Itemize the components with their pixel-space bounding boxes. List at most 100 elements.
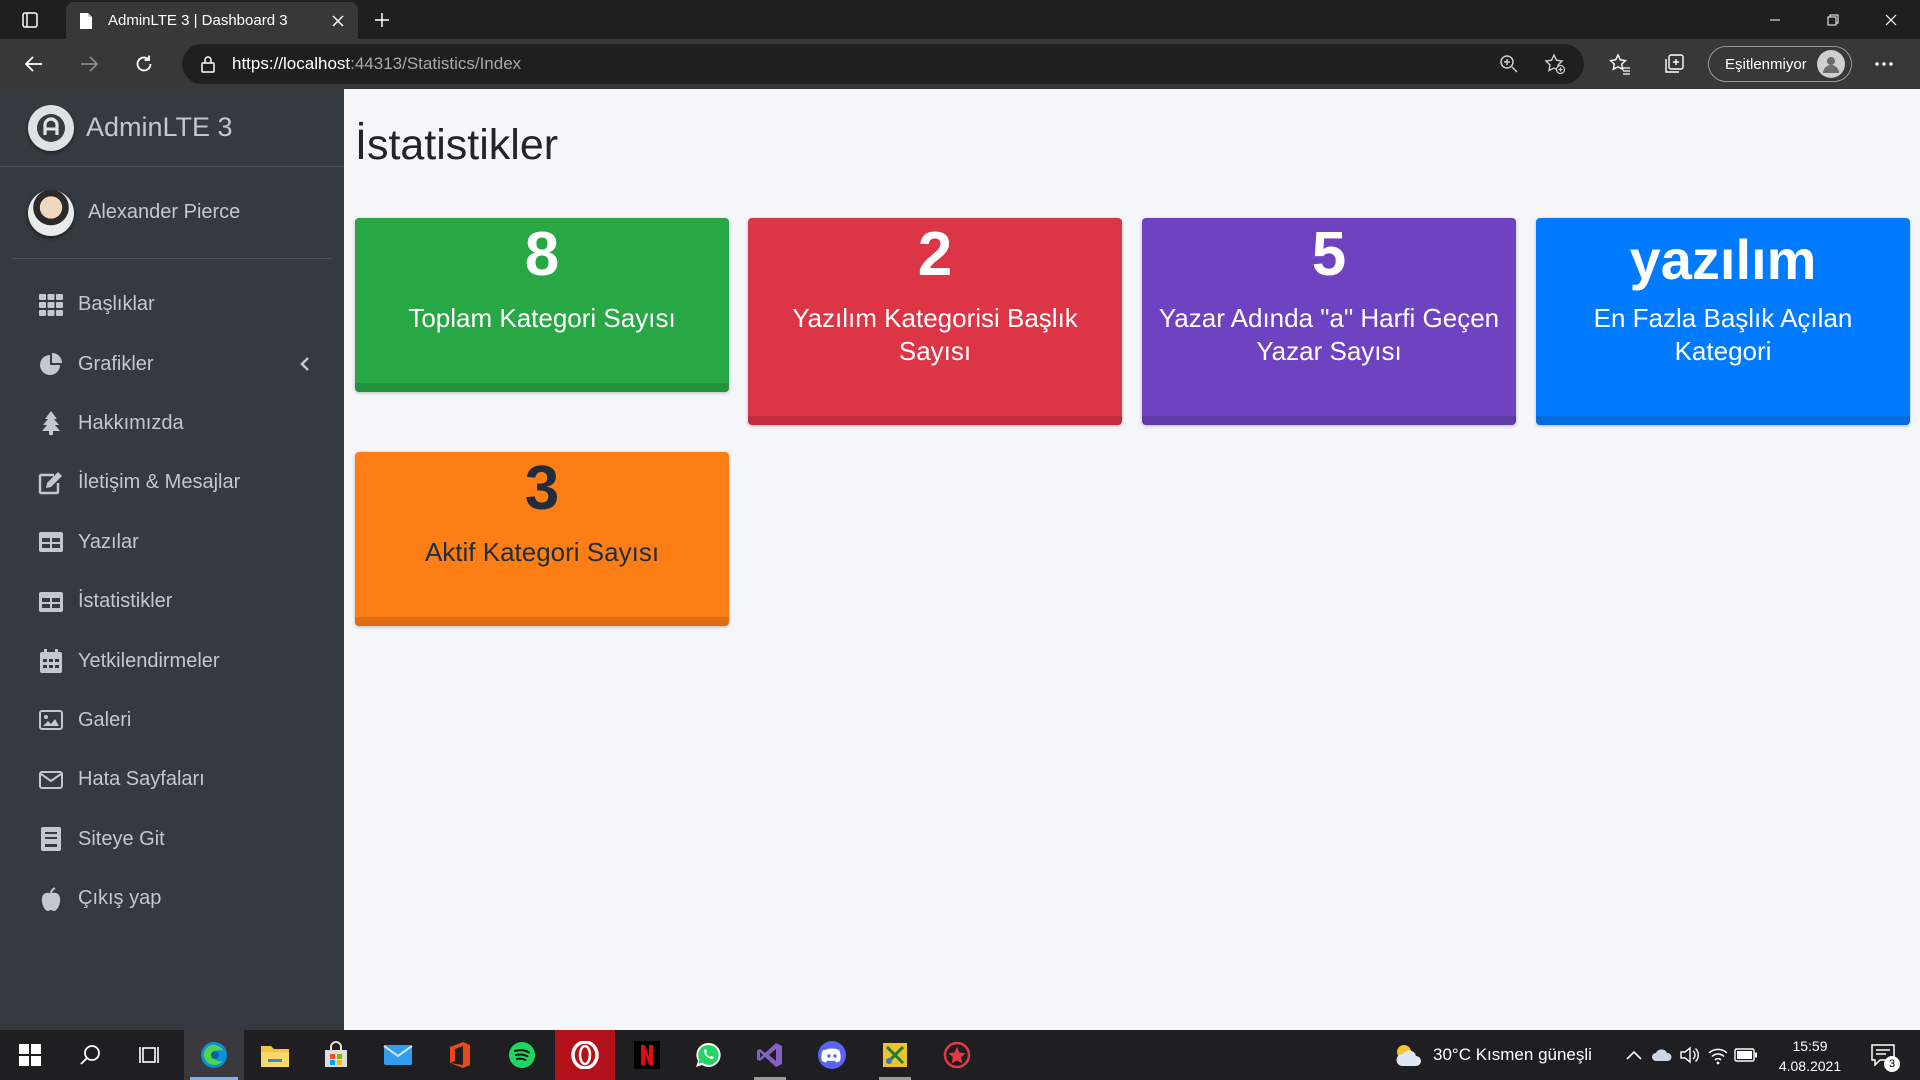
weather-text: 30°C Kısmen güneşli <box>1433 1045 1592 1064</box>
discord-icon[interactable] <box>802 1030 862 1080</box>
file-explorer-icon[interactable] <box>245 1030 305 1080</box>
spotify-icon[interactable] <box>492 1030 552 1080</box>
browser-toolbar: https://localhost:44313/Statistics/Index… <box>0 39 1920 89</box>
office-icon[interactable] <box>430 1030 490 1080</box>
netflix-icon[interactable] <box>617 1030 677 1080</box>
tab-title: AdminLTE 3 | Dashboard 3 <box>108 12 288 29</box>
stat-value: 8 <box>524 220 560 289</box>
minimize-icon[interactable] <box>1746 0 1804 39</box>
more-options-icon[interactable] <box>1868 48 1900 80</box>
stat-box-active-categories: 3 Aktif Kategori Sayısı <box>355 452 729 626</box>
sidebar-item-yetkilendirmeler[interactable]: Yetkilendirmeler <box>0 631 344 690</box>
user-panel[interactable]: Alexander Pierce <box>12 167 332 259</box>
table-icon <box>38 589 64 615</box>
box-footer <box>355 383 729 392</box>
url-path: :44313/Statistics/Index <box>350 54 522 73</box>
main-content: İstatistikler 8 Toplam Kategori Sayısı 2… <box>344 89 1920 1030</box>
stat-value: 2 <box>917 220 953 289</box>
sidebar-item-iletisim[interactable]: İletişim & Mesajlar <box>0 453 344 512</box>
brand-link[interactable]: AdminLTE 3 <box>0 89 344 167</box>
sidebar-menu: Başlıklar Grafikler Hakkımızda İletişim … <box>0 259 344 928</box>
refresh-icon[interactable] <box>128 48 160 80</box>
sidebar-item-basliklar[interactable]: Başlıklar <box>0 275 344 334</box>
image-icon <box>38 707 64 733</box>
windows-start-icon[interactable] <box>0 1030 60 1080</box>
sidebar-item-label: Başlıklar <box>78 293 155 316</box>
close-window-icon[interactable] <box>1862 0 1920 39</box>
sidebar-item-hata-sayfalari[interactable]: Hata Sayfaları <box>0 750 344 809</box>
tab-close-icon[interactable] <box>328 11 348 31</box>
store-icon[interactable] <box>306 1030 366 1080</box>
notification-center-icon[interactable]: 3 <box>1866 1038 1900 1072</box>
adminlte-logo-icon <box>28 104 74 151</box>
add-favorite-icon[interactable] <box>1542 51 1568 77</box>
cloud-sync-icon[interactable] <box>1650 1043 1674 1067</box>
tab-actions-icon[interactable] <box>12 6 48 33</box>
stat-label: Aktif Kategori Sayısı <box>424 537 660 567</box>
address-bar[interactable]: https://localhost:44313/Statistics/Index <box>182 44 1584 84</box>
page-favicon-icon <box>76 11 96 31</box>
browser-tab[interactable]: AdminLTE 3 | Dashboard 3 <box>66 2 358 39</box>
profile-sync-button[interactable]: Eşitlenmiyor <box>1708 46 1852 82</box>
opera-icon[interactable] <box>555 1030 615 1080</box>
url-text[interactable]: https://localhost:44313/Statistics/Index <box>232 54 1476 74</box>
stat-value: yazılım <box>1629 228 1817 291</box>
edge-browser-icon[interactable] <box>184 1030 244 1080</box>
taskbar: 30°C Kısmen güneşli 15:59 4.08.2021 3 <box>0 1030 1920 1080</box>
sidebar-item-label: Grafikler <box>78 352 154 375</box>
back-icon[interactable] <box>18 48 50 80</box>
calendar-icon <box>38 648 64 674</box>
stat-box-total-categories: 8 Toplam Kategori Sayısı <box>355 218 729 392</box>
sidebar-item-istatistikler[interactable]: İstatistikler <box>0 572 344 631</box>
notification-count-badge: 3 <box>1884 1056 1900 1072</box>
brand-text: AdminLTE 3 <box>86 112 233 142</box>
box-footer <box>748 416 1122 425</box>
sidebar-item-cikis-yap[interactable]: Çıkış yap <box>0 869 344 928</box>
page-title: İstatistikler <box>355 121 559 169</box>
stat-label: En Fazla Başlık Açılan Kategori <box>1593 303 1853 366</box>
favorites-icon[interactable] <box>1604 48 1636 80</box>
user-name[interactable]: Alexander Pierce <box>88 201 240 224</box>
search-icon[interactable] <box>60 1030 120 1080</box>
stat-label: Yazar Adında "a" Harfi Geçen Yazar Sayıs… <box>1158 303 1500 366</box>
snipping-tool-icon[interactable] <box>865 1030 925 1080</box>
lock-icon[interactable] <box>196 52 220 76</box>
whatsapp-icon[interactable] <box>678 1030 738 1080</box>
sidebar-item-label: Hakkımızda <box>78 411 184 434</box>
sidebar-item-siteye-git[interactable]: Siteye Git <box>0 810 344 869</box>
clock-time: 15:59 <box>1792 1038 1828 1054</box>
mail-icon[interactable] <box>368 1030 428 1080</box>
sidebar-item-hakkimizda[interactable]: Hakkımızda <box>0 394 344 453</box>
sidebar-item-label: İstatistikler <box>78 590 173 613</box>
new-tab-icon[interactable] <box>368 6 396 34</box>
browser-titlebar: AdminLTE 3 | Dashboard 3 <box>0 0 1920 39</box>
sidebar-item-galeri[interactable]: Galeri <box>0 691 344 750</box>
sidebar-item-label: Çıkış yap <box>78 887 162 910</box>
task-view-icon[interactable] <box>120 1030 180 1080</box>
sidebar-item-label: Hata Sayfaları <box>78 768 205 791</box>
stat-box-software-topics: 2 Yazılım Kategorisi Başlık Sayısı <box>748 218 1122 425</box>
forward-icon[interactable] <box>73 48 105 80</box>
sidebar: AdminLTE 3 Alexander Pierce Başlıklar Gr… <box>0 89 344 1030</box>
apple-icon <box>38 886 64 912</box>
visual-studio-icon[interactable] <box>740 1030 800 1080</box>
battery-icon[interactable] <box>1734 1043 1758 1067</box>
volume-icon[interactable] <box>1678 1043 1702 1067</box>
stat-box-top-category: yazılım En Fazla Başlık Açılan Kategori <box>1536 218 1910 425</box>
sidebar-item-yazilar[interactable]: Yazılar <box>0 513 344 572</box>
partly-sunny-icon <box>1393 1040 1423 1070</box>
weather-widget[interactable]: 30°C Kısmen güneşli <box>1393 1030 1592 1080</box>
game-app-icon[interactable] <box>927 1030 987 1080</box>
sync-label: Eşitlenmiyor <box>1725 55 1807 73</box>
chevron-up-icon[interactable] <box>1622 1043 1646 1067</box>
tree-icon <box>38 410 64 436</box>
stat-value: 3 <box>524 454 560 523</box>
system-tray <box>1620 1030 1760 1080</box>
collections-icon[interactable] <box>1658 48 1690 80</box>
sidebar-item-grafikler[interactable]: Grafikler <box>0 334 344 393</box>
system-clock[interactable]: 15:59 4.08.2021 <box>1770 1036 1850 1076</box>
zoom-icon[interactable] <box>1496 51 1522 77</box>
restore-icon[interactable] <box>1804 0 1862 39</box>
wifi-icon[interactable] <box>1706 1043 1730 1067</box>
avatar <box>28 189 74 236</box>
